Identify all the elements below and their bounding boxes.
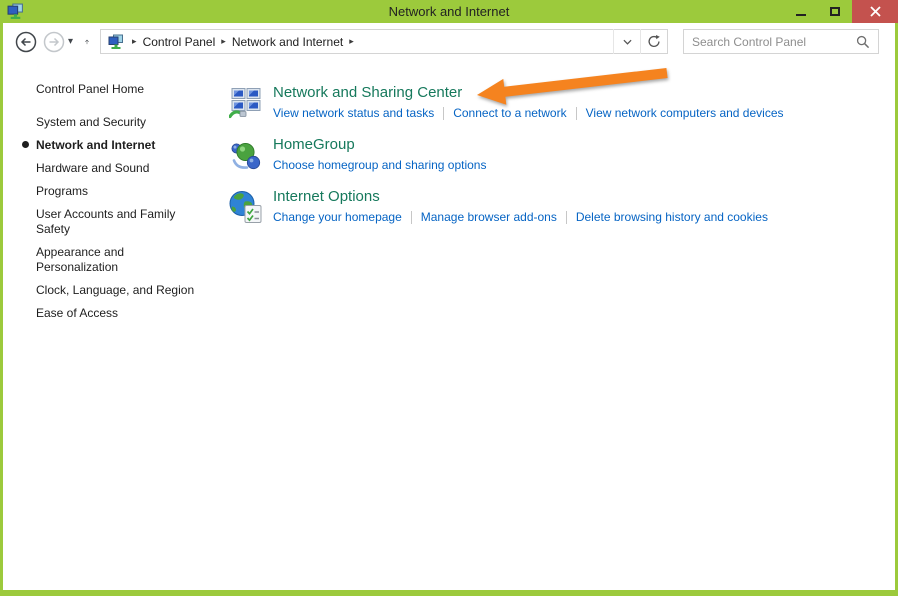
- category-title-network-and-sharing-center[interactable]: Network and Sharing Center: [273, 84, 784, 102]
- task-links: Change your homepage Manage browser add-…: [273, 209, 768, 225]
- internet-options-icon: [229, 190, 263, 225]
- address-dropdown-button[interactable]: [613, 29, 640, 54]
- sidebar: Control Panel Home System and Security N…: [3, 60, 215, 590]
- breadcrumb-chevron[interactable]: ▸: [343, 36, 360, 47]
- minimize-button[interactable]: [784, 0, 818, 23]
- section-network-and-sharing-center: Network and Sharing Center View network …: [229, 84, 895, 121]
- breadcrumb-chevron[interactable]: ▸: [215, 36, 232, 47]
- search-input[interactable]: [692, 35, 856, 49]
- window-body: ▾ ▸ Control Panel ▸ Network and Internet…: [3, 23, 895, 590]
- up-button[interactable]: [78, 31, 100, 53]
- refresh-icon: [647, 34, 661, 49]
- content-area: Control Panel Home System and Security N…: [3, 60, 895, 590]
- section-text: Internet Options Change your homepage Ma…: [273, 188, 768, 225]
- link-divider: [576, 107, 577, 120]
- task-links: View network status and tasks Connect to…: [273, 105, 784, 121]
- address-bar[interactable]: ▸ Control Panel ▸ Network and Internet ▸: [100, 29, 668, 54]
- window-title: Network and Internet: [0, 4, 898, 19]
- sidebar-item-system-and-security[interactable]: System and Security: [36, 115, 208, 130]
- minimize-icon: [796, 14, 806, 16]
- link-choose-homegroup-and-sharing-options[interactable]: Choose homegroup and sharing options: [273, 158, 486, 172]
- category-title-homegroup[interactable]: HomeGroup: [273, 136, 486, 154]
- breadcrumb-chevron[interactable]: ▸: [126, 36, 143, 47]
- link-change-your-homepage[interactable]: Change your homepage: [273, 210, 402, 224]
- section-homegroup: HomeGroup Choose homegroup and sharing o…: [229, 136, 895, 173]
- link-divider: [443, 107, 444, 120]
- link-manage-browser-add-ons[interactable]: Manage browser add-ons: [421, 210, 557, 224]
- category-list: Network and Sharing Center View network …: [215, 60, 895, 590]
- close-button[interactable]: [852, 0, 898, 23]
- forward-icon: [43, 31, 65, 53]
- sidebar-item-ease-of-access[interactable]: Ease of Access: [36, 306, 208, 321]
- back-icon: [15, 31, 37, 53]
- sidebar-item-clock-language-and-region[interactable]: Clock, Language, and Region: [36, 283, 208, 298]
- sidebar-item-hardware-and-sound[interactable]: Hardware and Sound: [36, 161, 208, 176]
- maximize-button[interactable]: [818, 0, 852, 23]
- section-internet-options: Internet Options Change your homepage Ma…: [229, 188, 895, 225]
- maximize-icon: [830, 7, 840, 16]
- section-text: HomeGroup Choose homegroup and sharing o…: [273, 136, 486, 173]
- control-panel-icon: [7, 3, 24, 20]
- control-panel-window: Network and Internet: [0, 0, 898, 596]
- breadcrumb-control-panel[interactable]: Control Panel: [143, 35, 216, 49]
- link-delete-browsing-history-and-cookies[interactable]: Delete browsing history and cookies: [576, 210, 768, 224]
- back-button[interactable]: [15, 31, 37, 53]
- network-sharing-center-icon: [229, 86, 263, 121]
- search-box[interactable]: [683, 29, 879, 54]
- link-view-network-status-and-tasks[interactable]: View network status and tasks: [273, 106, 434, 120]
- sidebar-item-appearance-and-personalization[interactable]: Appearance and Personalization: [36, 245, 208, 275]
- section-text: Network and Sharing Center View network …: [273, 84, 784, 121]
- sidebar-item-network-and-internet[interactable]: Network and Internet: [36, 138, 208, 153]
- link-connect-to-a-network[interactable]: Connect to a network: [453, 106, 566, 120]
- link-divider: [411, 211, 412, 224]
- category-title-internet-options[interactable]: Internet Options: [273, 188, 768, 206]
- task-links: Choose homegroup and sharing options: [273, 157, 486, 173]
- link-divider: [566, 211, 567, 224]
- chevron-down-icon: [623, 39, 632, 45]
- sidebar-item-control-panel-home[interactable]: Control Panel Home: [36, 82, 208, 97]
- breadcrumb-network-and-internet[interactable]: Network and Internet: [232, 35, 343, 49]
- titlebar: Network and Internet: [0, 0, 898, 23]
- active-bullet: [22, 141, 29, 148]
- link-view-network-computers-and-devices[interactable]: View network computers and devices: [586, 106, 784, 120]
- window-controls: [784, 0, 898, 23]
- sidebar-item-user-accounts-and-family-safety[interactable]: User Accounts and Family Safety: [36, 207, 208, 237]
- recent-pages-dropdown[interactable]: ▾: [65, 36, 78, 47]
- search-icon[interactable]: [856, 35, 870, 49]
- control-panel-icon: [108, 34, 124, 50]
- navigation-toolbar: ▾ ▸ Control Panel ▸ Network and Internet…: [3, 23, 895, 60]
- up-arrow-icon: [84, 33, 90, 51]
- homegroup-icon: [229, 138, 263, 173]
- sidebar-item-programs[interactable]: Programs: [36, 184, 208, 199]
- close-icon: [870, 6, 881, 17]
- forward-button[interactable]: [43, 31, 65, 53]
- refresh-button[interactable]: [640, 29, 667, 54]
